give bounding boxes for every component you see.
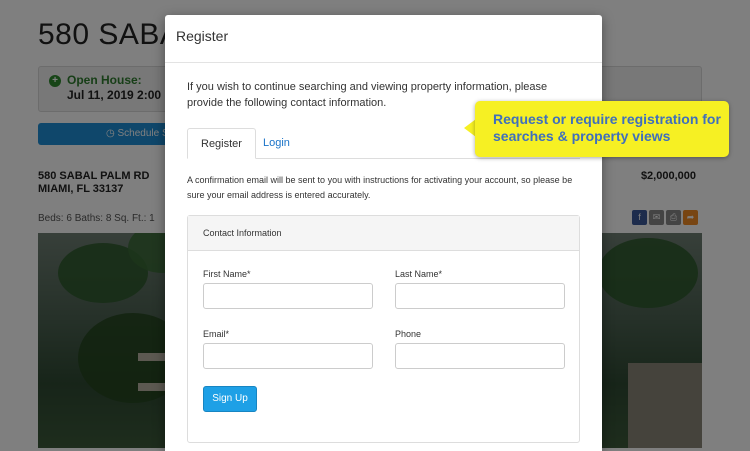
email-field[interactable] <box>203 343 373 369</box>
callout-annotation: Request or require registration for sear… <box>475 101 729 157</box>
phone-label: Phone <box>395 329 422 339</box>
email-label: Email* <box>203 329 230 339</box>
callout-text: Request or require registration for sear… <box>493 111 721 144</box>
modal-title: Register <box>176 28 229 44</box>
sign-up-button[interactable]: Sign Up <box>203 386 257 412</box>
phone-field[interactable] <box>395 343 565 369</box>
register-modal: Register If you wish to continue searchi… <box>165 15 602 451</box>
tab-register[interactable]: Register <box>187 128 256 159</box>
last-name-label: Last Name* <box>395 269 443 279</box>
contact-info-panel: Contact Information First Name* Last Nam… <box>187 215 580 443</box>
first-name-field[interactable] <box>203 283 373 309</box>
modal-header: Register <box>165 15 602 63</box>
panel-heading: Contact Information <box>188 216 579 251</box>
tab-login[interactable]: Login <box>250 128 303 159</box>
first-name-label: First Name* <box>203 269 251 279</box>
confirmation-note: A confirmation email will be sent to you… <box>187 175 573 200</box>
registration-form: First Name* Last Name* Email* Phone Sign… <box>188 251 579 441</box>
last-name-field[interactable] <box>395 283 565 309</box>
